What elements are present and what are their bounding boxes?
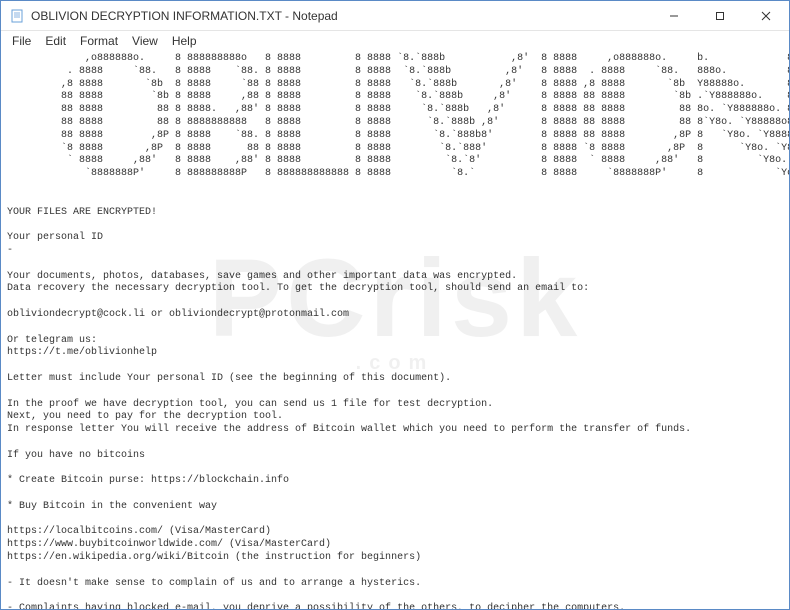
menu-file[interactable]: File <box>5 32 38 50</box>
window-controls <box>651 1 789 30</box>
menu-help[interactable]: Help <box>165 32 204 50</box>
close-button[interactable] <box>743 1 789 30</box>
notepad-window: OBLIVION DECRYPTION INFORMATION.TXT - No… <box>0 0 790 610</box>
minimize-button[interactable] <box>651 1 697 30</box>
titlebar: OBLIVION DECRYPTION INFORMATION.TXT - No… <box>1 1 789 31</box>
menu-format[interactable]: Format <box>73 32 125 50</box>
notepad-icon <box>9 8 25 24</box>
ascii-art-block: ,o888888o. 8 888888888o 8 8888 8 8888 `8… <box>7 53 783 181</box>
menubar: File Edit Format View Help <box>1 31 789 51</box>
menu-view[interactable]: View <box>125 32 165 50</box>
menu-edit[interactable]: Edit <box>38 32 73 50</box>
window-title: OBLIVION DECRYPTION INFORMATION.TXT - No… <box>31 9 651 23</box>
maximize-button[interactable] <box>697 1 743 30</box>
text-area[interactable]: ,o888888o. 8 888888888o 8 8888 8 8888 `8… <box>1 51 789 609</box>
ransom-note-body: YOUR FILES ARE ENCRYPTED! Your personal … <box>7 181 783 609</box>
